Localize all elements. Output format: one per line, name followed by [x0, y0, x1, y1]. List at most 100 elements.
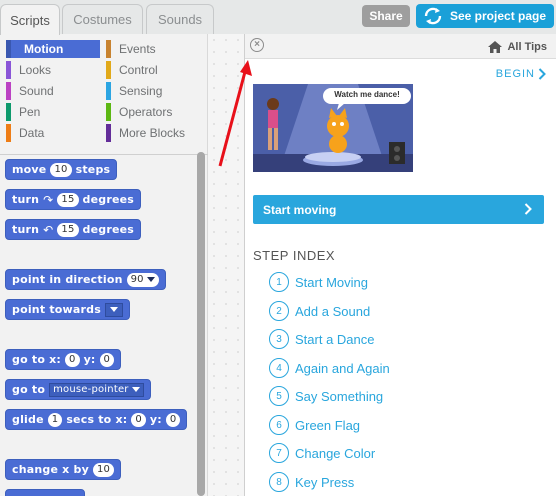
step-index-title: STEP INDEX	[253, 248, 336, 263]
block-palette: Motion Events Looks Control Sound Sensin…	[0, 34, 208, 496]
block-input[interactable]: 15	[57, 192, 79, 207]
block-point-in-direction[interactable]: point in direction 90	[5, 269, 166, 290]
tab-scripts[interactable]: Scripts	[0, 4, 60, 35]
category-events[interactable]: Events	[106, 40, 200, 58]
all-tips-button[interactable]: All Tips	[487, 38, 547, 55]
step-label: Add a Sound	[295, 303, 371, 319]
step-item[interactable]: 7 Change Color	[269, 442, 375, 464]
see-project-page-button[interactable]: See project page	[416, 4, 554, 28]
block-input[interactable]: 10	[50, 162, 72, 177]
speech-bubble-text: Watch me dance!	[334, 90, 400, 99]
rotate-clockwise-icon: ↷	[43, 192, 54, 207]
palette-divider	[0, 154, 208, 155]
category-label: Operators	[119, 105, 173, 119]
block-text: turn	[12, 223, 40, 236]
block-input[interactable]: 0	[99, 352, 115, 367]
begin-link[interactable]: BEGIN	[496, 68, 546, 80]
block-text: y:	[83, 353, 96, 366]
see-project-page-label: See project page	[450, 9, 547, 23]
block-glide[interactable]: glide 1 secs to x: 0 y: 0	[5, 409, 188, 430]
block-go-to-xy[interactable]: go to x: 0 y: 0	[5, 349, 122, 370]
chevron-right-icon	[524, 203, 532, 215]
block-dropdown[interactable]	[104, 302, 123, 317]
category-list: Motion Events Looks Control Sound Sensin…	[0, 34, 208, 150]
block-input[interactable]: 15	[57, 222, 79, 237]
step-number: 2	[269, 301, 289, 321]
block-change-x[interactable]: change x by 10	[5, 459, 122, 480]
category-label: Events	[119, 42, 156, 56]
block-text: degrees	[82, 223, 135, 236]
category-data[interactable]: Data	[6, 124, 100, 142]
step-label: Say Something	[295, 388, 384, 404]
step-item[interactable]: 4 Again and Again	[269, 357, 390, 379]
block-point-towards[interactable]: point towards	[5, 299, 130, 320]
block-turn-right[interactable]: turn ↷ 15 degrees	[5, 189, 142, 210]
category-motion[interactable]: Motion	[6, 40, 100, 58]
category-label: Pen	[19, 105, 41, 119]
block-turn-left[interactable]: turn ↶ 15 degrees	[5, 219, 142, 240]
block-input[interactable]: 1	[47, 412, 63, 427]
block-text: degrees	[82, 193, 135, 206]
share-button[interactable]: Share	[362, 5, 410, 27]
category-color-bar	[6, 61, 11, 79]
category-control[interactable]: Control	[106, 61, 200, 79]
tip-thumbnail-image: Watch me dance!	[253, 84, 413, 172]
step-item[interactable]: 1 Start Moving	[269, 271, 368, 293]
palette-scrollbar[interactable]	[197, 152, 205, 496]
block-text: change x by	[12, 463, 89, 476]
block-text: move	[12, 163, 47, 176]
step-label: Key Press	[295, 474, 355, 490]
chevron-down-icon	[146, 277, 155, 282]
start-moving-label: Start moving	[263, 202, 337, 217]
category-label: Sensing	[119, 84, 163, 98]
block-text: y:	[149, 413, 162, 426]
step-item[interactable]: 8 Key Press	[269, 471, 354, 493]
category-more-blocks[interactable]: More Blocks	[106, 124, 200, 142]
block-partial[interactable]	[5, 489, 85, 496]
step-label: Change Color	[295, 445, 376, 461]
block-dropdown-value: mouse-pointer	[53, 384, 129, 395]
step-number: 4	[269, 358, 289, 378]
close-circle-icon[interactable]: ×	[250, 38, 264, 52]
block-text: turn	[12, 193, 40, 206]
step-label: Again and Again	[295, 360, 390, 376]
start-moving-button[interactable]: Start moving	[253, 195, 544, 224]
category-color-bar	[106, 40, 111, 58]
block-text: glide	[12, 413, 44, 426]
block-dropdown[interactable]: mouse-pointer	[49, 382, 144, 397]
block-text: go to	[12, 383, 46, 396]
block-input[interactable]: 0	[131, 412, 146, 427]
step-label: Green Flag	[295, 417, 361, 433]
block-input[interactable]: 0	[165, 412, 181, 427]
palette-scroll-thumb[interactable]	[197, 152, 205, 496]
tab-costumes[interactable]: Costumes	[62, 4, 143, 34]
category-sensing[interactable]: Sensing	[106, 82, 200, 100]
block-go-to[interactable]: go to mouse-pointer	[5, 379, 151, 400]
category-looks[interactable]: Looks	[6, 61, 100, 79]
rotate-counterclockwise-icon: ↶	[43, 222, 54, 237]
block-input[interactable]: 10	[92, 462, 115, 477]
tab-sounds[interactable]: Sounds	[146, 4, 214, 34]
category-label: Looks	[19, 63, 52, 77]
step-label: Start a Dance	[295, 331, 375, 347]
step-item[interactable]: 5 Say Something	[269, 385, 383, 407]
block-move-steps[interactable]: move 10 steps	[5, 159, 118, 180]
step-number: 8	[269, 472, 289, 492]
block-text: point towards	[12, 303, 101, 316]
category-label: Sound	[19, 84, 54, 98]
step-number: 3	[269, 329, 289, 349]
category-color-bar	[106, 82, 111, 100]
block-input[interactable]: 0	[65, 352, 80, 367]
category-color-bar	[6, 124, 11, 142]
category-label: Motion	[24, 42, 64, 56]
step-item[interactable]: 2 Add a Sound	[269, 300, 370, 322]
step-item[interactable]: 3 Start a Dance	[269, 328, 375, 350]
block-text: secs to x:	[66, 413, 128, 426]
category-color-bar	[106, 61, 111, 79]
category-sound[interactable]: Sound	[6, 82, 100, 100]
block-dropdown-input[interactable]: 90	[126, 272, 159, 287]
category-color-bar	[106, 103, 111, 121]
step-item[interactable]: 6 Green Flag	[269, 414, 360, 436]
category-operators[interactable]: Operators	[106, 103, 200, 121]
category-pen[interactable]: Pen	[6, 103, 100, 121]
